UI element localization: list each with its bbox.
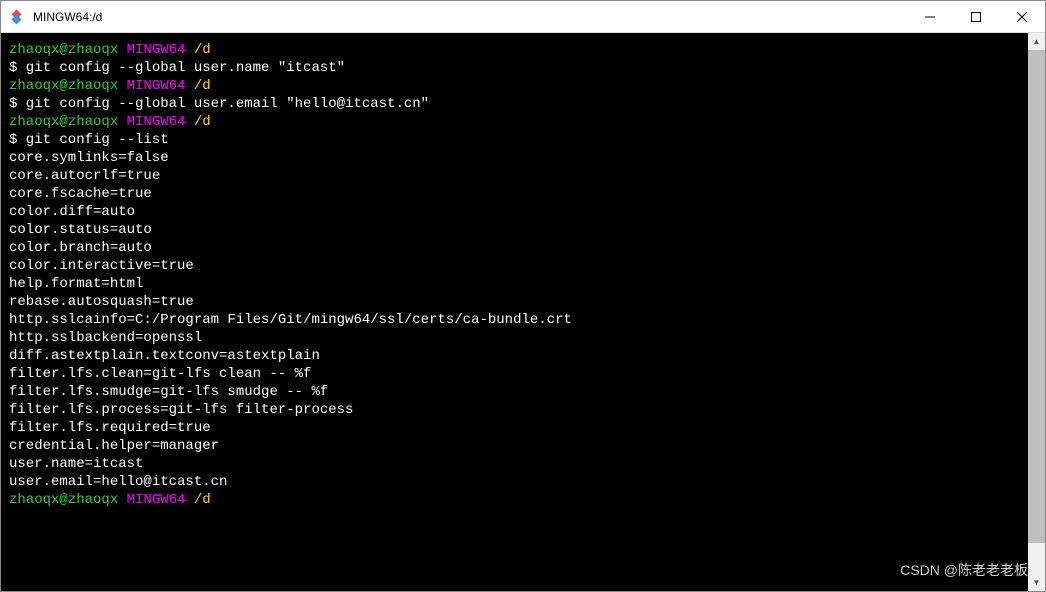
env-label: MINGW64 [127,114,186,130]
close-icon [1017,12,1027,22]
env-label: MINGW64 [127,492,186,508]
terminal-line: color.status=auto [9,221,1024,239]
terminal-area: zhaoqx@zhaoqx MINGW64 /d$ git config --g… [1,33,1045,591]
titlebar[interactable]: MINGW64:/d [1,1,1045,33]
terminal-line: filter.lfs.smudge=git-lfs smudge -- %f [9,383,1024,401]
scroll-up-button[interactable]: ▲ [1028,33,1045,50]
terminal-output[interactable]: zhaoqx@zhaoqx MINGW64 /d$ git config --g… [1,33,1028,591]
scroll-down-button[interactable]: ▼ [1028,574,1045,591]
terminal-line: $ git config --global user.email "hello@… [9,95,1024,113]
terminal-line: http.sslbackend=openssl [9,329,1024,347]
terminal-line: core.symlinks=false [9,149,1024,167]
scroll-track[interactable] [1028,50,1045,574]
minimize-icon [925,12,935,22]
terminal-line: rebase.autosquash=true [9,293,1024,311]
scroll-thumb[interactable] [1028,50,1045,543]
maximize-icon [971,12,981,22]
terminal-line: color.branch=auto [9,239,1024,257]
user-host: zhaoqx@zhaoqx [9,114,118,130]
app-window: MINGW64:/d zhaoqx@zhaoqx MINGW64 /d$ git… [0,0,1046,592]
terminal-line: color.diff=auto [9,203,1024,221]
terminal-line: core.autocrlf=true [9,167,1024,185]
terminal-line: user.email=hello@itcast.cn [9,473,1024,491]
env-label: MINGW64 [127,78,186,94]
env-label: MINGW64 [127,42,186,58]
user-host: zhaoqx@zhaoqx [9,492,118,508]
prompt-line: zhaoqx@zhaoqx MINGW64 /d [9,491,1024,509]
maximize-button[interactable] [953,1,999,32]
cwd-path: /d [194,78,211,94]
terminal-line: filter.lfs.required=true [9,419,1024,437]
user-host: zhaoqx@zhaoqx [9,42,118,58]
user-host: zhaoqx@zhaoqx [9,78,118,94]
prompt-line: zhaoqx@zhaoqx MINGW64 /d [9,77,1024,95]
window-title: MINGW64:/d [33,10,102,24]
window-controls [907,1,1045,32]
minimize-button[interactable] [907,1,953,32]
cwd-path: /d [194,42,211,58]
terminal-line: filter.lfs.process=git-lfs filter-proces… [9,401,1024,419]
prompt-line: zhaoqx@zhaoqx MINGW64 /d [9,113,1024,131]
app-icon [9,9,25,25]
prompt-line: zhaoqx@zhaoqx MINGW64 /d [9,41,1024,59]
terminal-line: diff.astextplain.textconv=astextplain [9,347,1024,365]
terminal-line: $ git config --global user.name "itcast" [9,59,1024,77]
terminal-line: help.format=html [9,275,1024,293]
terminal-line: filter.lfs.clean=git-lfs clean -- %f [9,365,1024,383]
close-button[interactable] [999,1,1045,32]
terminal-line: core.fscache=true [9,185,1024,203]
cwd-path: /d [194,492,211,508]
cwd-path: /d [194,114,211,130]
terminal-line: color.interactive=true [9,257,1024,275]
terminal-line: user.name=itcast [9,455,1024,473]
scrollbar[interactable]: ▲ ▼ [1028,33,1045,591]
terminal-line: http.sslcainfo=C:/Program Files/Git/ming… [9,311,1024,329]
terminal-line: $ git config --list [9,131,1024,149]
terminal-line: credential.helper=manager [9,437,1024,455]
